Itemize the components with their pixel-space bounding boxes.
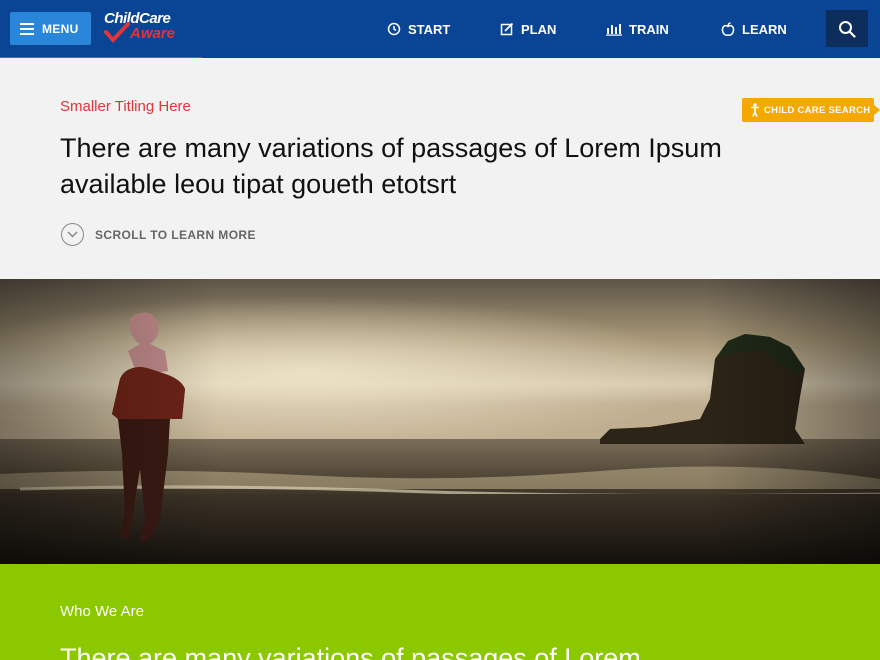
child-care-search-button[interactable]: CHILD CARE SEARCH: [742, 98, 880, 122]
hero-photo: [0, 279, 880, 564]
nav-start-label: START: [408, 21, 451, 37]
nav-plan-label: PLAN: [521, 21, 557, 37]
child-care-search-label: CHILD CARE SEARCH: [764, 104, 871, 116]
who-we-are-section: Who We Are There are many variations of …: [0, 564, 880, 660]
hamburger-icon: [20, 22, 34, 35]
menu-label: MENU: [42, 21, 79, 36]
nav-train[interactable]: TRAIN: [606, 0, 669, 58]
chevron-down-icon: [61, 223, 84, 246]
beach-sunset-image: [0, 279, 880, 564]
edit-icon: [500, 22, 514, 36]
nav-learn-label: LEARN: [742, 21, 787, 37]
nav-start[interactable]: START: [387, 0, 450, 58]
clock-icon: [387, 22, 401, 36]
scroll-to-learn-more-link[interactable]: SCROLL TO LEARN MORE: [61, 223, 256, 246]
page-title: There are many variations of passages of…: [60, 133, 722, 199]
logo-text-aware: Aware: [130, 25, 176, 42]
search-icon: [839, 20, 856, 38]
nav-train-label: TRAIN: [629, 21, 669, 37]
scroll-label: SCROLL TO LEARN MORE: [95, 227, 256, 242]
nav-plan[interactable]: PLAN: [500, 0, 556, 58]
hero-section: Smaller Titling Here There are many vari…: [0, 58, 880, 279]
section-label: Who We Are: [60, 603, 144, 620]
child-figure-icon: [751, 103, 759, 117]
menu-button[interactable]: MENU: [10, 12, 91, 45]
search-button[interactable]: [826, 10, 868, 47]
apple-icon: [721, 21, 735, 36]
section-heading: There are many variations of passages of…: [60, 643, 641, 660]
logo-check-icon: [104, 22, 130, 43]
chart-icon: [606, 24, 622, 36]
small-title: Smaller Titling Here: [60, 98, 191, 115]
childcare-aware-logo[interactable]: ChildCare Aware: [104, 8, 188, 48]
site-header: MENU ChildCare Aware START PLAN TRAIN LE…: [0, 0, 880, 58]
nav-learn[interactable]: LEARN: [721, 0, 787, 58]
